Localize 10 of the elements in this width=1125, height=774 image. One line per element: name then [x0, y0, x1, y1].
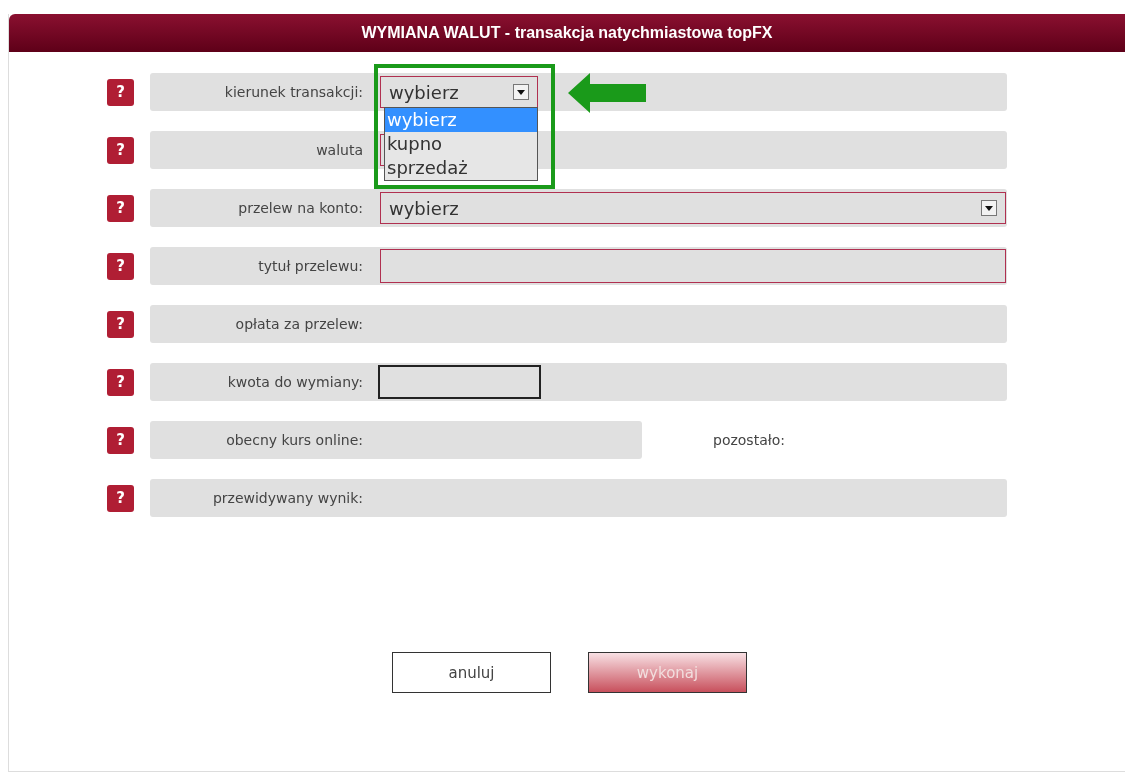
field-label: kierunek transakcji: [223, 84, 363, 100]
field-label: kwota do wymiany: [226, 374, 363, 390]
field-label: waluta [315, 142, 363, 158]
window-title: WYMIANA WALUT - transakcja natychmiastowa topFX [9, 14, 1125, 52]
field-label: pozostało: [713, 432, 785, 448]
field-label: obecny kurs online: [225, 432, 363, 448]
field-label: opłata za przelew: [234, 316, 363, 332]
field-label: przelew na konto: [237, 200, 363, 216]
field-label: tytuł przelewu: [257, 258, 363, 274]
field-label: przewidywany wynik: [211, 490, 363, 506]
